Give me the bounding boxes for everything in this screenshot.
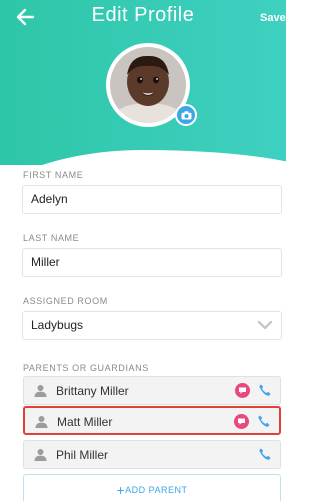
parents-label: PARENTS OR GUARDIANS bbox=[23, 363, 149, 373]
parent-name: Matt Miller bbox=[57, 415, 113, 429]
plus-icon: + bbox=[116, 482, 126, 498]
person-icon bbox=[35, 416, 48, 428]
person-icon bbox=[34, 385, 47, 397]
assigned-room-label: ASSIGNED ROOM bbox=[23, 296, 108, 306]
save-button[interactable]: Save bbox=[260, 12, 286, 24]
chat-icon[interactable] bbox=[234, 414, 249, 429]
camera-icon[interactable] bbox=[175, 104, 197, 126]
page-title: Edit Profile bbox=[91, 4, 195, 26]
last-name-label: LAST NAME bbox=[23, 233, 80, 243]
header-curve bbox=[0, 150, 286, 165]
parent-row[interactable]: Matt Miller bbox=[23, 406, 281, 435]
add-parent-button[interactable]: +ADD PARENT bbox=[23, 474, 281, 501]
parent-row[interactable]: Phil Miller bbox=[23, 440, 281, 469]
first-name-field[interactable]: Adelyn bbox=[22, 185, 282, 214]
phone-icon[interactable] bbox=[258, 383, 272, 397]
assigned-room-select[interactable]: Ladybugs bbox=[22, 311, 282, 340]
parent-name: Brittany Miller bbox=[56, 384, 129, 398]
chat-icon[interactable] bbox=[235, 383, 250, 398]
phone-icon[interactable] bbox=[258, 447, 272, 461]
assigned-room-value: Ladybugs bbox=[31, 318, 84, 332]
chevron-down-icon bbox=[257, 320, 273, 330]
parent-row[interactable]: Brittany Miller bbox=[23, 376, 281, 405]
first-name-label: FIRST NAME bbox=[23, 170, 84, 180]
add-parent-label: ADD PARENT bbox=[125, 485, 188, 495]
last-name-field[interactable]: Miller bbox=[22, 248, 282, 277]
person-icon bbox=[34, 449, 47, 461]
parent-name: Phil Miller bbox=[56, 448, 109, 462]
phone-icon[interactable] bbox=[257, 414, 271, 428]
